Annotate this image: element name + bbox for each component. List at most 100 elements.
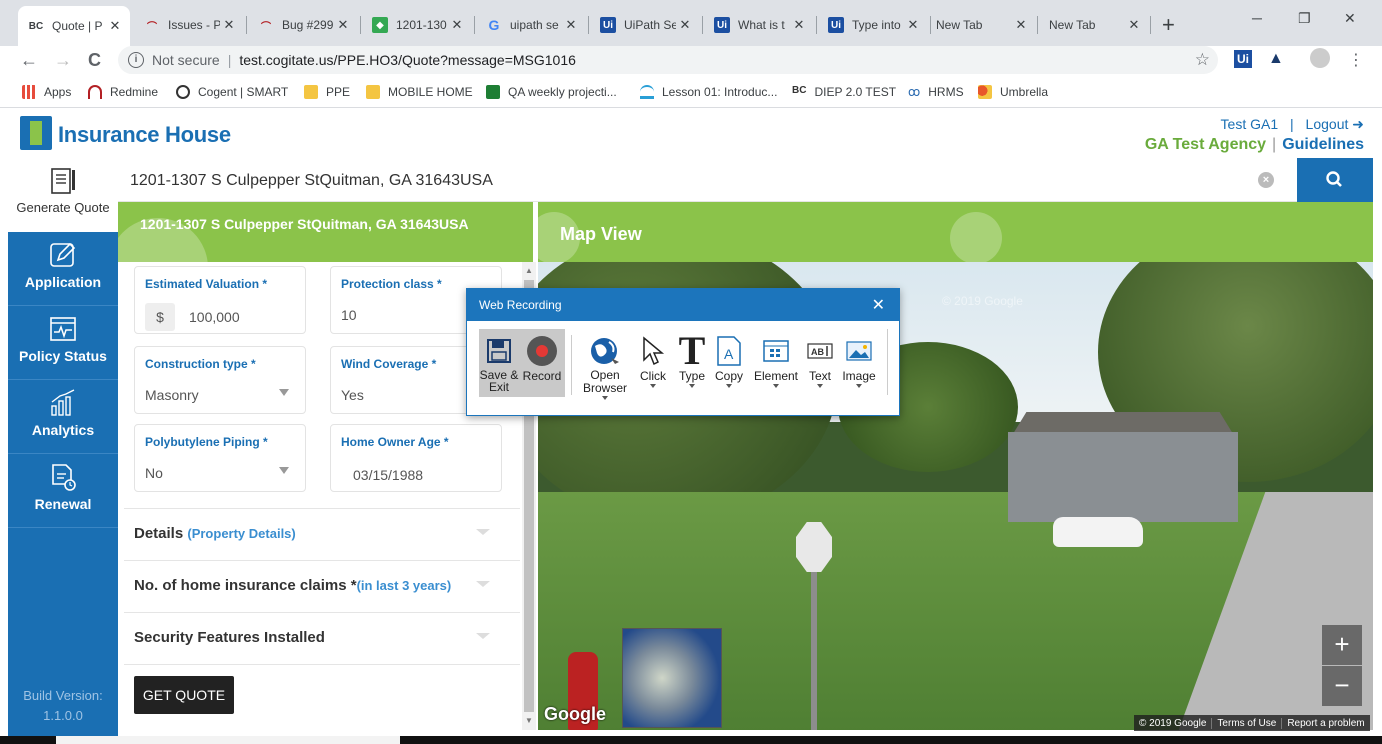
bookmark-lesson[interactable]: Lesson 01: Introduc... [640,85,777,99]
bookmark-hrms[interactable]: ꝏ HRMS [908,85,964,99]
bc-icon: BC [28,20,44,32]
sidebar-item-policy-status[interactable]: Policy Status [8,306,118,380]
tab-close-icon[interactable]: ✕ [904,17,922,33]
sidebar-item-application[interactable]: Application [8,232,118,306]
tab-close-icon[interactable]: ✕ [562,17,580,33]
minimize-button[interactable]: ─ [1252,10,1262,26]
construction-type-select[interactable]: Construction type * Masonry [134,346,306,414]
bookmark-mobile-home[interactable]: MOBILE HOME [366,85,473,99]
tab-uipath-1[interactable]: Ui UiPath Se ✕ [590,10,700,40]
tab-close-icon[interactable]: ✕ [220,17,238,33]
chevron-down-icon[interactable] [476,633,490,639]
dropdown-arrow-icon[interactable] [773,384,779,388]
omnibox[interactable]: i Not secure | test.cogitate.us/PPE.HO3/… [118,46,1218,74]
sidebar-item-analytics[interactable]: Analytics [8,380,118,454]
tab-new-2[interactable]: New Tab ✕ [1039,10,1149,40]
browser-menu-icon[interactable]: ⋮ [1348,50,1364,70]
tab-close-icon[interactable]: ✕ [448,17,466,33]
tab-google-search[interactable]: G uipath se ✕ [476,10,586,40]
tab-close-icon[interactable]: ✕ [1012,17,1030,33]
record-button[interactable]: Record [520,333,564,383]
profile-avatar[interactable] [1310,48,1330,68]
logout-link[interactable]: Logout [1306,116,1349,132]
open-browser-button[interactable]: Open Browser [580,333,630,400]
text-button[interactable]: AB Text [798,333,842,388]
element-button[interactable]: Element [751,333,801,388]
bookmark-apps[interactable]: Apps [22,85,71,99]
dropdown-arrow-icon[interactable] [602,396,608,400]
reload-button[interactable]: C [88,50,101,71]
estimated-valuation-input[interactable]: 100,000 [189,309,240,325]
home-owner-age-input[interactable]: 03/15/1988 [353,467,423,483]
zoom-out-button[interactable]: − [1322,666,1362,706]
logout-icon[interactable]: ➜ [1352,116,1364,132]
url-text[interactable]: test.cogitate.us/PPE.HO3/Quote?message=M… [239,52,576,68]
sidebar-item-renewal[interactable]: Renewal [8,454,118,528]
scroll-down-icon[interactable]: ▼ [525,716,533,725]
user-name-link[interactable]: Test GA1 [1221,116,1279,132]
forward-button[interactable]: → [54,50,72,71]
tab-issues[interactable]: ⌒ Issues - P ✕ [134,10,244,40]
dropdown-arrow-icon[interactable] [650,384,656,388]
dropdown-arrow-icon[interactable] [726,384,732,388]
zoom-in-button[interactable]: + [1322,625,1362,665]
bookmark-ppe[interactable]: PPE [304,85,350,99]
tab-close-icon[interactable]: ✕ [676,17,694,33]
chevron-down-icon[interactable] [476,529,490,535]
tab-close-icon[interactable]: ✕ [790,17,808,33]
dropdown-arrow-icon[interactable] [856,384,862,388]
close-window-button[interactable]: ✕ [1344,10,1356,27]
tab-maps[interactable]: ◆ 1201-130 ✕ [362,10,472,40]
scroll-up-icon[interactable]: ▲ [525,266,533,275]
bookmark-star-icon[interactable]: ☆ [1195,50,1210,70]
info-icon[interactable]: i [128,52,144,68]
tab-bug[interactable]: ⌒ Bug #299 ✕ [248,10,358,40]
protection-class-input[interactable]: 10 [341,307,357,323]
tab-new-1[interactable]: New Tab ✕ [926,10,1036,40]
report-problem-link[interactable]: Report a problem [1282,718,1369,729]
tab-close-icon[interactable]: ✕ [1125,17,1143,33]
bookmark-diep[interactable]: BC DIEP 2.0 TEST [792,85,896,99]
estimated-valuation-field[interactable]: Estimated Valuation * $ 100,000 [134,266,306,334]
sidebar-item-generate-quote[interactable]: Generate Quote [8,158,118,232]
search-button[interactable] [1297,158,1373,202]
tab-quote[interactable]: BC Quote | P ✕ [18,6,130,46]
copy-button[interactable]: A Copy [707,333,751,388]
chevron-down-icon[interactable] [476,581,490,587]
restore-button[interactable]: ❐ [1298,10,1311,27]
bookmark-redmine[interactable]: Redmine [88,85,158,99]
drive-extension-icon[interactable]: ▲ [1268,50,1284,68]
details-section[interactable]: Details (Property Details) [124,508,520,560]
bookmark-umbrella[interactable]: Umbrella [978,85,1048,99]
taskbar-search[interactable] [56,736,400,744]
security-features-section[interactable]: Security Features Installed [124,612,520,664]
home-owner-age-field[interactable]: Home Owner Age * 03/15/1988 [330,424,502,492]
bookmark-cogent[interactable]: Cogent | SMART [176,85,288,99]
tab-uipath-3[interactable]: Ui Type into ✕ [818,10,928,40]
uipath-extension-icon[interactable]: Ui [1234,50,1252,68]
dropdown-arrow-icon[interactable] [817,384,823,388]
click-button[interactable]: Click [631,333,675,388]
address-search-input[interactable]: 1201-1307 S Culpepper StQuitman, GA 3164… [118,158,1298,202]
tab-uipath-2[interactable]: Ui What is t ✕ [704,10,814,40]
clear-search-icon[interactable]: × [1258,172,1274,188]
save-exit-button[interactable]: Save & Exit [477,333,521,393]
recorder-close-button[interactable]: ✕ [872,295,885,315]
image-button[interactable]: Image [837,333,881,388]
claims-section[interactable]: No. of home insurance claims *(in last 3… [124,560,520,612]
tab-close-icon[interactable]: ✕ [106,18,124,34]
dropdown-arrow-icon[interactable] [689,384,695,388]
tab-close-icon[interactable]: ✕ [334,17,352,33]
dropdown-caret-icon[interactable] [279,467,289,474]
new-tab-button[interactable]: + [1162,12,1175,38]
dropdown-caret-icon[interactable] [279,389,289,396]
terms-link[interactable]: Terms of Use [1212,717,1283,729]
guidelines-link[interactable]: Guidelines [1282,136,1364,153]
minimap-thumbnail[interactable] [622,628,722,728]
back-button[interactable]: ← [20,50,38,71]
bookmark-qa-weekly[interactable]: QA weekly projecti... [486,85,617,99]
polybutylene-piping-select[interactable]: Polybutylene Piping * No [134,424,306,492]
get-quote-button[interactable]: GET QUOTE [134,676,234,714]
image-icon [846,341,872,361]
tab-separator [1150,16,1151,34]
